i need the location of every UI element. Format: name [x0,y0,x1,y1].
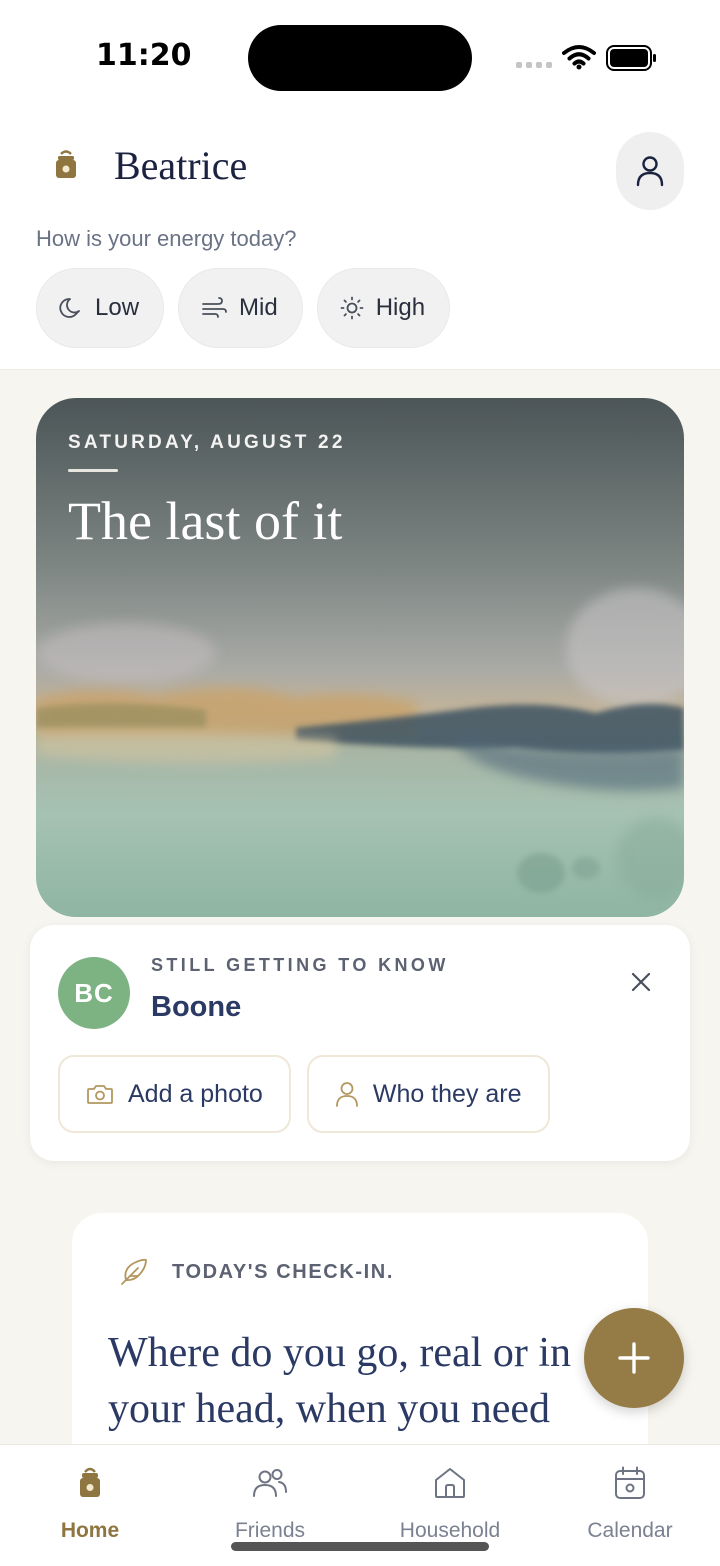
add-button[interactable] [584,1308,684,1408]
house-icon [435,1468,465,1498]
profile-button[interactable] [616,132,684,210]
person-icon [335,1082,358,1107]
people-icon [253,1469,287,1497]
cellular-signal-icon [516,62,552,68]
energy-low-button[interactable]: Low [36,268,165,348]
energy-low-label: Low [95,294,140,321]
moon-icon [59,298,80,318]
checkin-question-line-2: your head, when you need [108,1386,551,1432]
energy-high-label: High [375,294,426,321]
lantern-logo-icon [56,150,76,178]
plus-icon [618,1342,650,1374]
energy-question: How is your energy today? [36,226,297,251]
energy-high-button[interactable]: High [316,268,451,348]
nav-household-label: Household [399,1519,501,1542]
who-they-are-label: Who they are [372,1079,522,1108]
nav-calendar-label: Calendar [587,1519,673,1542]
lantern-icon [80,1467,100,1497]
wind-icon [202,297,227,318]
person-icon [636,156,664,187]
camera-icon [87,1085,113,1104]
battery-icon [606,45,656,71]
watercolor-landscape-image [36,398,684,917]
calendar-icon [615,1466,645,1499]
app-header: Beatrice How is your energy today? Low M… [0,110,720,370]
avatar[interactable]: BC [58,957,130,1029]
daily-hero-card[interactable]: SATURDAY, AUGUST 22 The last of it [36,398,684,917]
energy-options: Low Mid High [36,268,451,348]
checkin-question: Where do you go, real or in your head, w… [108,1325,628,1437]
add-photo-label: Add a photo [128,1079,263,1108]
friend-name[interactable]: Boone [151,991,241,1024]
getting-to-know-kicker: STILL GETTING TO KNOW [151,955,449,975]
nav-home-label: Home [60,1519,120,1542]
nav-household[interactable]: Household [360,1463,540,1543]
getting-to-know-actions: Add a photo Who they are [58,1055,550,1133]
hero-title: The last of it [68,491,343,551]
nav-friends[interactable]: Friends [180,1463,360,1543]
feather-icon [121,1258,147,1285]
energy-mid-button[interactable]: Mid [178,268,303,348]
who-they-are-button[interactable]: Who they are [306,1055,550,1133]
status-time: 11:20 [96,38,192,73]
nav-friends-label: Friends [234,1519,306,1542]
getting-to-know-card: BC STILL GETTING TO KNOW Boone Add a pho… [30,925,690,1161]
checkin-kicker: TODAY'S CHECK-IN. [172,1260,394,1283]
checkin-question-line-1: Where do you go, real or in [108,1330,572,1376]
home-indicator [231,1542,489,1551]
hero-divider [68,469,118,472]
nav-home[interactable]: Home [0,1463,180,1543]
close-icon[interactable] [630,971,652,993]
energy-mid-label: Mid [239,294,278,321]
user-name: Beatrice [114,143,248,188]
sun-icon [340,296,364,320]
wifi-icon [562,45,596,70]
status-bar: 11:20 [0,0,720,110]
nav-calendar[interactable]: Calendar [540,1463,720,1543]
add-photo-button[interactable]: Add a photo [58,1055,291,1133]
checkin-header: TODAY'S CHECK-IN. [118,1257,394,1287]
dynamic-island [248,25,472,91]
hero-date: SATURDAY, AUGUST 22 [68,432,346,453]
